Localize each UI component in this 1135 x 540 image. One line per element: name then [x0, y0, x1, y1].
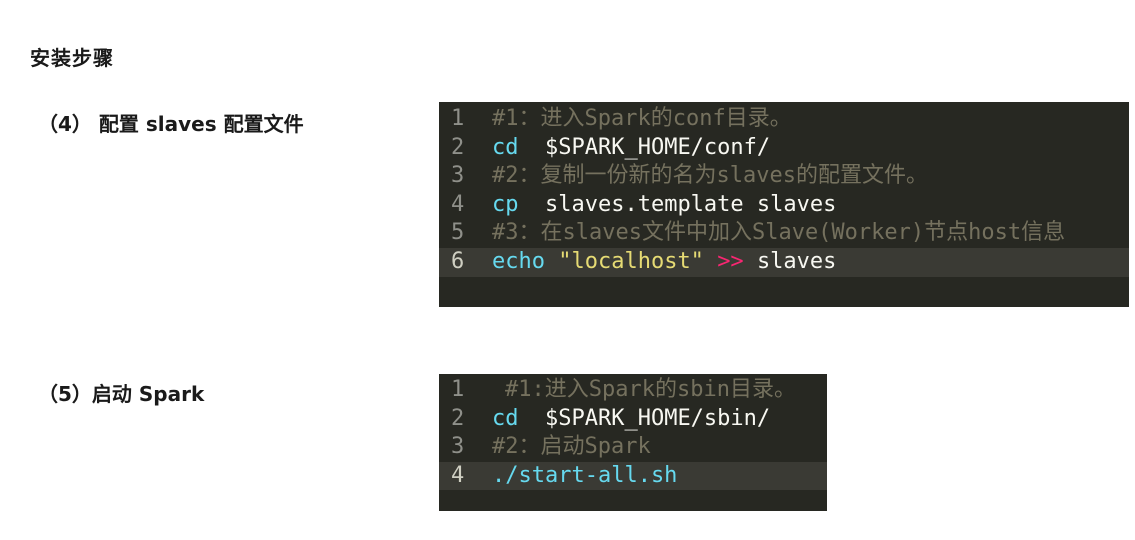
code-comment: #2：启动Spark	[492, 434, 651, 460]
line-number: 1	[451, 377, 465, 402]
code-command: ./start-all.sh	[492, 462, 678, 488]
line-number: 2	[451, 134, 465, 160]
code-args: slaves	[756, 248, 837, 274]
line-number: 5	[451, 220, 465, 246]
code-line: 2 cd $SPARK_HOME/sbin/	[439, 405, 827, 434]
line-number: 4	[439, 461, 487, 491]
code-args: $SPARK_HOME/conf/	[518, 134, 771, 160]
code-line: 1 #1：进入Spark的conf目录。	[439, 105, 1129, 134]
code-args: $SPARK_HOME/sbin/	[518, 405, 771, 431]
code-line: 5 #3：在slaves文件中加入Slave(Worker)节点host信息	[439, 219, 1129, 248]
step-5-label: （5）启动 Spark	[38, 382, 205, 406]
code-line-active: 6 echo "localhost" >> slaves	[439, 247, 1129, 277]
step-4-label: （4） 配置 slaves 配置文件	[38, 112, 304, 136]
code-line: 3 #2：复制一份新的名为slaves的配置文件。	[439, 162, 1129, 191]
code-line: 3 #2：启动Spark	[439, 433, 827, 462]
code-line: 4 cp slaves.template slaves	[439, 191, 1129, 220]
code-comment: #1：进入Spark的conf目录。	[492, 106, 792, 131]
code-block-slaves[interactable]: 1 #1：进入Spark的conf目录。 2 cd $SPARK_HOME/co…	[439, 102, 1129, 307]
code-command: cp	[492, 191, 519, 217]
code-comment: #3：在slaves文件中加入Slave(Worker)节点host信息	[492, 220, 1066, 246]
code-command: echo	[492, 248, 545, 274]
line-number: 2	[451, 405, 465, 431]
page-title: 安装步骤	[30, 46, 114, 70]
code-comment: #1:进入Spark的sbin目录。	[505, 377, 796, 402]
line-number: 3	[451, 434, 465, 460]
line-number: 6	[439, 247, 487, 277]
code-command: cd	[492, 134, 519, 160]
code-command: cd	[492, 405, 519, 431]
code-line-active: 4 ./start-all.sh	[439, 461, 827, 491]
code-block-start[interactable]: 1 #1:进入Spark的sbin目录。 2 cd $SPARK_HOME/sb…	[439, 374, 827, 511]
code-string: "localhost"	[558, 248, 704, 274]
code-comment: #2：复制一份新的名为slaves的配置文件。	[492, 163, 928, 189]
code-line: 2 cd $SPARK_HOME/conf/	[439, 134, 1129, 163]
line-number: 3	[451, 163, 465, 189]
line-number: 1	[451, 106, 465, 131]
code-line: 1 #1:进入Spark的sbin目录。	[439, 376, 827, 405]
code-args: slaves.template slaves	[518, 191, 837, 217]
code-operator: >>	[717, 248, 744, 274]
line-number: 4	[451, 191, 465, 217]
